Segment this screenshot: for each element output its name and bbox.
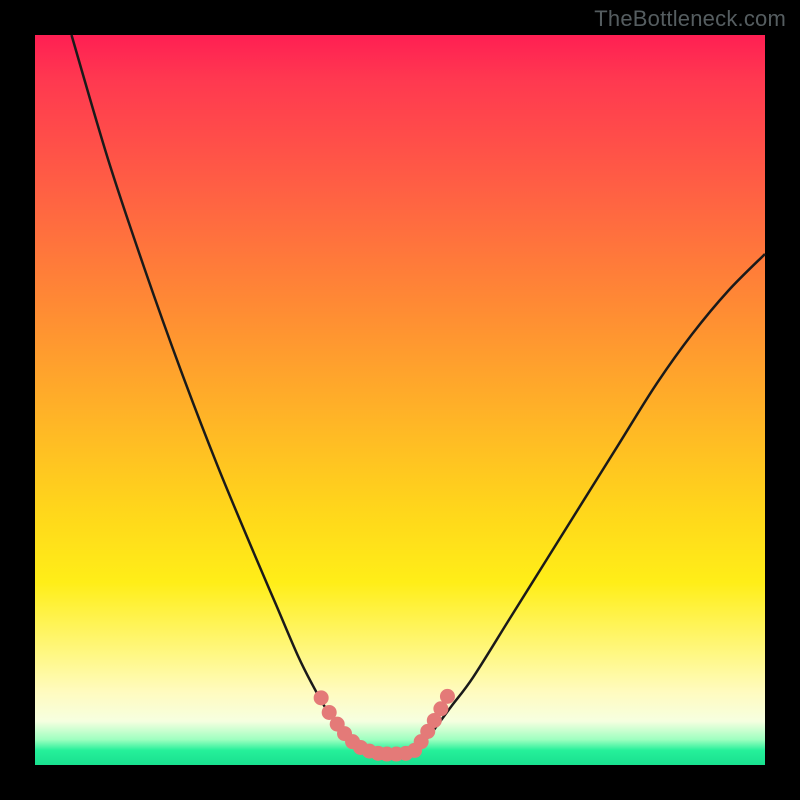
chart-svg: [35, 35, 765, 765]
chart-frame: TheBottleneck.com: [0, 0, 800, 800]
bottleneck-curve: [72, 35, 766, 755]
highlight-dot: [314, 690, 329, 705]
highlight-dot: [440, 689, 455, 704]
plot-area: [35, 35, 765, 765]
watermark-text: TheBottleneck.com: [594, 6, 786, 32]
